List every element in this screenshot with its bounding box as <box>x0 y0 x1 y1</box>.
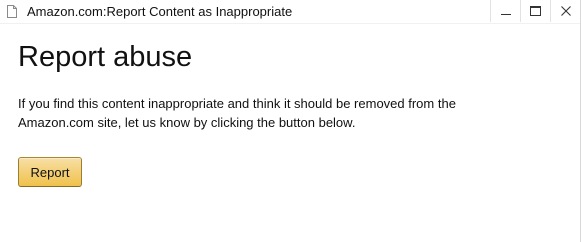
report-description: If you find this content inappropriate a… <box>18 96 456 130</box>
maximize-button[interactable] <box>520 0 550 22</box>
minimize-icon <box>500 6 511 16</box>
window-controls <box>490 0 580 22</box>
document-icon <box>7 5 17 18</box>
popup-window: Amazon.com:Report Content as Inappropria… <box>0 0 581 242</box>
maximize-icon <box>530 6 541 16</box>
title-bar: Amazon.com:Report Content as Inappropria… <box>0 0 580 24</box>
window-title: Amazon.com:Report Content as Inappropria… <box>27 4 293 19</box>
close-button[interactable] <box>550 0 580 22</box>
close-icon <box>560 6 571 16</box>
page-title: Report abuse <box>18 41 193 73</box>
minimize-button[interactable] <box>490 0 520 22</box>
report-button[interactable]: Report <box>18 157 82 187</box>
